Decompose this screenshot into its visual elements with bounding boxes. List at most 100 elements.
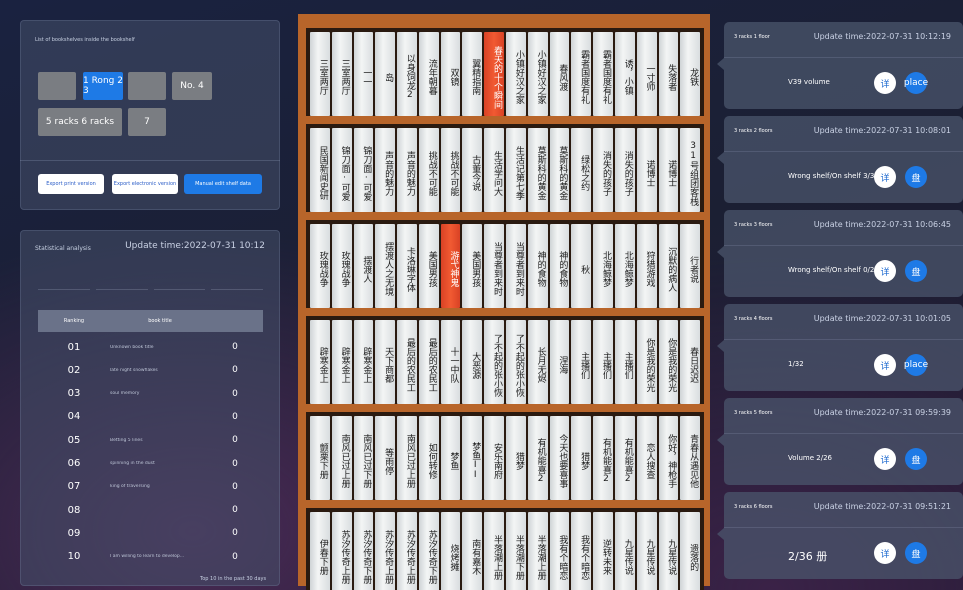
book-spine[interactable]: 莫斯科的黄金: [549, 128, 570, 212]
book-spine[interactable]: 小镇好汉之家: [527, 32, 548, 116]
book-spine[interactable]: 苏汐传奇上册: [331, 512, 352, 590]
book-spine[interactable]: 有机能喜2: [614, 416, 635, 500]
book-spine[interactable]: 消失的孩子: [593, 128, 613, 212]
book-spine[interactable]: 民国新闻史研: [310, 128, 330, 212]
filter-tab[interactable]: [38, 282, 90, 290]
book-spine[interactable]: 流年朝暮: [418, 32, 439, 116]
book-spine[interactable]: 长月无烬: [527, 320, 548, 404]
details-button[interactable]: 详: [874, 448, 896, 470]
rack-button-7[interactable]: 7: [128, 108, 166, 136]
export-print-button[interactable]: Export print version: [38, 174, 104, 194]
book-spine[interactable]: 挑战不可能: [418, 128, 439, 212]
book-spine[interactable]: 龙铁: [680, 32, 701, 116]
book-spine[interactable]: 如何转修: [418, 416, 439, 500]
book-spine[interactable]: 春日迟迟: [680, 320, 701, 404]
book-spine[interactable]: 你是我的荣光: [636, 320, 657, 404]
book-spine[interactable]: 玫瑰战争: [310, 224, 330, 308]
book-spine[interactable]: 失落者: [658, 32, 679, 116]
book-spine[interactable]: 消失的孩子: [614, 128, 635, 212]
book-spine[interactable]: 南风已过上册: [331, 416, 352, 500]
book-spine[interactable]: 辟寒金上: [331, 320, 352, 404]
book-spine[interactable]: 沉默的病人: [658, 224, 679, 308]
book-spine[interactable]: 烧烤摊: [440, 512, 461, 590]
rack-button-2[interactable]: 1 Rong 2 3: [83, 72, 123, 100]
book-spine[interactable]: 十一中队: [440, 320, 461, 404]
book-spine[interactable]: 诺博士: [658, 128, 679, 212]
book-spine[interactable]: 主播们: [593, 320, 613, 404]
rack-button-3[interactable]: [128, 72, 166, 100]
book-spine[interactable]: 最后的农民工: [397, 320, 417, 404]
book-spine[interactable]: 南风已过上册: [397, 416, 417, 500]
inventory-button[interactable]: 盘: [905, 166, 927, 188]
inventory-button[interactable]: place: [904, 72, 928, 94]
book-spine[interactable]: 梦鱼: [440, 416, 461, 500]
book-spine[interactable]: 九星传说: [614, 512, 635, 590]
book-spine[interactable]: 天下商都: [375, 320, 396, 404]
book-spine[interactable]: 当尊者到来时: [484, 224, 505, 308]
book-spine[interactable]: 半落潮下册: [506, 512, 526, 590]
book-spine[interactable]: 辟寒金上: [310, 320, 330, 404]
book-spine[interactable]: 苏汐传奇下册: [353, 512, 374, 590]
book-spine[interactable]: 猎梦: [571, 416, 592, 500]
book-spine[interactable]: 我有个暗恋: [571, 512, 592, 590]
details-button[interactable]: 详: [874, 542, 896, 564]
book-spine[interactable]: 你好，神枪手: [658, 416, 679, 500]
book-spine[interactable]: 挑战不可能: [440, 128, 461, 212]
book-spine[interactable]: 以身饲龙2: [397, 32, 417, 116]
book-spine[interactable]: 大恶源: [462, 320, 483, 404]
book-spine[interactable]: 绿松之约: [571, 128, 592, 212]
book-spine[interactable]: 三室两厅: [310, 32, 330, 116]
filter-tab[interactable]: [95, 282, 148, 290]
manual-edit-button[interactable]: Manual edit shelf data: [184, 174, 262, 194]
book-spine[interactable]: 双镜: [440, 32, 461, 116]
filter-tab[interactable]: [153, 282, 206, 290]
book-spine[interactable]: 玫瑰战争: [331, 224, 352, 308]
book-spine[interactable]: 声音的魅力: [397, 128, 417, 212]
book-spine[interactable]: 安乐南府: [484, 416, 505, 500]
book-spine[interactable]: 了不起的张小恢: [506, 320, 526, 404]
book-spine[interactable]: 最后的农民工: [418, 320, 439, 404]
book-spine[interactable]: 有机能喜2: [593, 416, 613, 500]
book-spine[interactable]: 颤栗下册: [310, 416, 330, 500]
book-spine[interactable]: 今天也要喜事: [549, 416, 570, 500]
book-spine[interactable]: 伊春下册: [310, 512, 330, 590]
book-spine[interactable]: 美国男孩: [418, 224, 439, 308]
book-spine[interactable]: 春风渡: [549, 32, 570, 116]
book-spine[interactable]: 声音的魅力: [375, 128, 396, 212]
details-button[interactable]: 详: [874, 72, 896, 94]
book-spine[interactable]: 一寸师: [636, 32, 657, 116]
book-spine[interactable]: 苏汐传奇上册: [397, 512, 417, 590]
book-spine[interactable]: 北海鲸梦: [593, 224, 613, 308]
book-spine[interactable]: 美国男孩: [462, 224, 483, 308]
rack-button-5-6[interactable]: 5 racks 6 racks: [38, 108, 122, 136]
book-spine[interactable]: 一一: [353, 32, 374, 116]
book-spine[interactable]: 逆转未来: [593, 512, 613, 590]
book-spine[interactable]: 你是我的荣光: [658, 320, 679, 404]
book-spine[interactable]: 青春从遇见他: [680, 416, 701, 500]
book-spine[interactable]: 涅海: [549, 320, 570, 404]
book-spine[interactable]: 遗落的: [680, 512, 701, 590]
details-button[interactable]: 详: [874, 166, 896, 188]
book-spine[interactable]: 九星传说: [636, 512, 657, 590]
book-spine[interactable]: 生活学问大: [484, 128, 505, 212]
book-spine[interactable]: 锦刀面·可爱: [353, 128, 374, 212]
book-spine[interactable]: 南有嘉木: [462, 512, 483, 590]
book-spine[interactable]: 九星传说: [658, 512, 679, 590]
book-spine[interactable]: 摆渡人: [353, 224, 374, 308]
book-spine[interactable]: 诺博士: [636, 128, 657, 212]
book-spine[interactable]: 霸者国度有礼: [593, 32, 613, 116]
details-button[interactable]: 详: [874, 354, 896, 376]
book-spine[interactable]: 南风已过下册: [353, 416, 374, 500]
book-spine[interactable]: 秋: [571, 224, 592, 308]
book-spine[interactable]: 三室两厅: [331, 32, 352, 116]
book-spine[interactable]: 卡洛琳字体: [397, 224, 417, 308]
book-spine[interactable]: 行者说: [680, 224, 701, 308]
book-spine[interactable]: 苏汐传奇下册: [418, 512, 439, 590]
book-spine[interactable]: 苏汐传奇上册: [375, 512, 396, 590]
book-spine[interactable]: 神的食物: [527, 224, 548, 308]
book-spine-misplaced[interactable]: 春天的十个瞬间: [484, 32, 505, 116]
book-spine[interactable]: 当尊者到来时: [506, 224, 526, 308]
book-spine[interactable]: 猎梦: [506, 416, 526, 500]
rack-button-1[interactable]: [38, 72, 76, 100]
book-spine[interactable]: 岛: [375, 32, 396, 116]
